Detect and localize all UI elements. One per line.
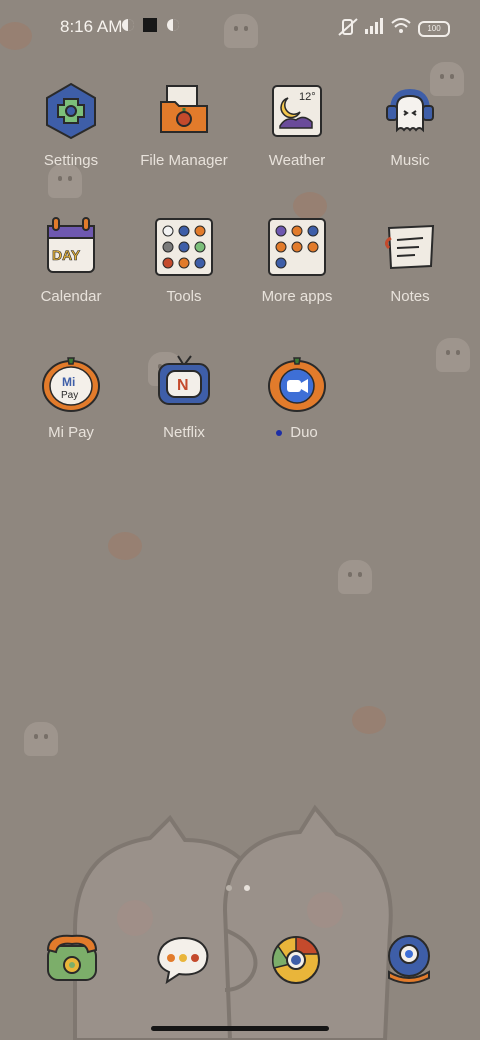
app-label: File Manager [140, 152, 228, 169]
duo-icon [268, 357, 326, 412]
calendar-text: DAY [52, 247, 81, 263]
settings-icon [46, 82, 96, 140]
app-label: Netflix [163, 424, 205, 441]
calendar-icon: DAY [47, 217, 95, 273]
mi-pay-text: Mi [62, 375, 75, 389]
folder-icon [160, 85, 208, 133]
weather-temp: 12° [299, 91, 316, 103]
cheek-decoration [117, 900, 153, 936]
cat-wallpaper-illustration [73, 804, 393, 1040]
app-calendar[interactable]: DAY Calendar [16, 198, 126, 318]
page-dot-active[interactable] [244, 885, 250, 891]
app-label: Settings [43, 152, 99, 169]
cheek-decoration [307, 892, 343, 928]
app-notes[interactable]: Notes [355, 198, 465, 318]
dock-camera[interactable] [379, 930, 439, 986]
app-more-apps[interactable]: More apps [242, 198, 352, 318]
ghost-decoration [436, 338, 470, 372]
app-file-manager[interactable]: File Manager [129, 62, 239, 182]
page-dot[interactable] [226, 885, 232, 891]
app-settings[interactable]: Settings [16, 62, 126, 182]
page-indicator[interactable] [226, 878, 262, 896]
folder-grid-icon [155, 218, 213, 276]
app-tools[interactable]: Tools [129, 198, 239, 318]
mi-pay-icon: Mi Pay [42, 357, 100, 412]
dock-chrome[interactable] [266, 930, 326, 986]
camera-icon [388, 935, 430, 984]
app-label: Mi Pay [48, 424, 94, 441]
app-label: More apps [261, 288, 333, 305]
app-label: Duo [242, 424, 352, 441]
clock: 8:16 AM [60, 17, 123, 36]
app-duo[interactable]: Duo [242, 334, 352, 454]
app-netflix[interactable]: N Netflix [129, 334, 239, 454]
weather-icon: 12° [272, 85, 322, 137]
notes-icon [384, 224, 435, 270]
ghost-decoration [338, 560, 372, 594]
dock-phone[interactable] [42, 930, 102, 986]
mi-pay-text: Pay [61, 390, 78, 401]
notification-icon [122, 19, 134, 31]
vibrate-off-icon [338, 18, 358, 36]
folder-grid-icon [268, 218, 326, 276]
notification-icon [143, 18, 157, 32]
app-label: Music [390, 152, 430, 169]
notification-icon [167, 19, 179, 31]
signal-icon [365, 18, 383, 34]
chrome-icon [272, 936, 320, 984]
app-weather[interactable]: 12° Weather [242, 62, 352, 182]
app-music[interactable]: Music [355, 62, 465, 182]
messages-icon [157, 936, 209, 985]
app-label: Weather [268, 152, 326, 169]
pumpkin-decoration [108, 532, 142, 560]
music-headphones-icon [386, 88, 434, 133]
status-bar: 8:16 AM 100 [0, 0, 480, 56]
netflix-icon: N [158, 355, 210, 405]
battery-icon: 100 [418, 21, 450, 37]
app-label-text: Duo [290, 424, 318, 441]
wifi-icon [391, 18, 411, 33]
new-badge-dot [276, 430, 283, 437]
app-label: Tools [166, 288, 202, 305]
gesture-navigation-bar[interactable] [151, 1026, 329, 1031]
netflix-text: N [177, 377, 189, 394]
phone-icon [46, 934, 98, 981]
dock-messages[interactable] [153, 930, 213, 986]
pumpkin-decoration [352, 706, 386, 734]
app-label: Notes [390, 288, 430, 305]
app-mi-pay[interactable]: Mi Pay Mi Pay [16, 334, 126, 454]
app-label: Calendar [40, 288, 102, 305]
ghost-decoration [24, 722, 58, 756]
